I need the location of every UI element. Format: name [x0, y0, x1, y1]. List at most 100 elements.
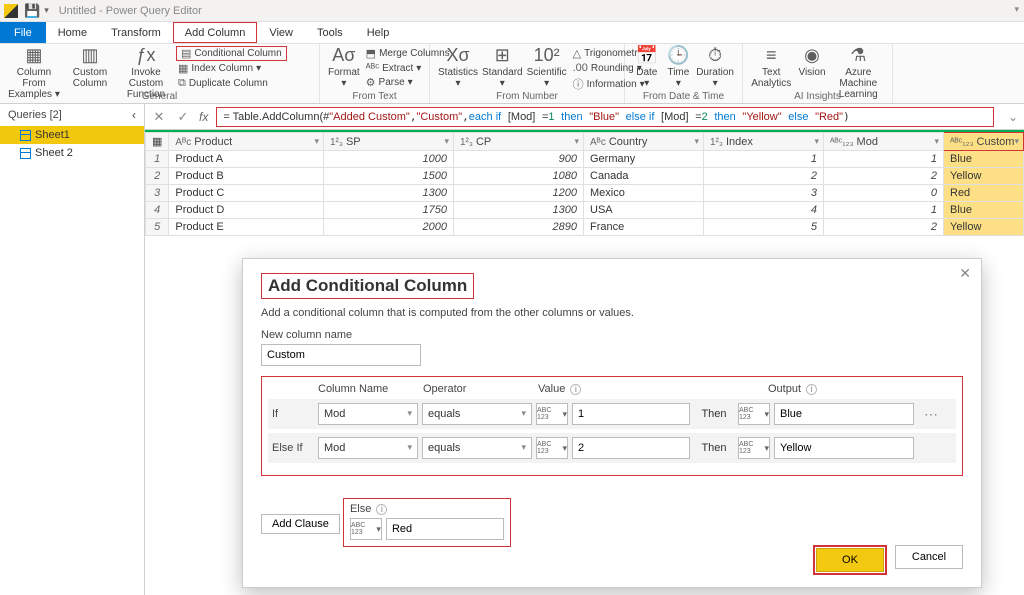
more-icon[interactable]: ⋯ — [918, 406, 944, 423]
app-icon — [4, 4, 18, 18]
extract-icon: ᴬᴮᶜ — [366, 62, 379, 74]
filter-icon[interactable]: ▾ — [694, 136, 699, 147]
menu-home[interactable]: Home — [46, 22, 99, 43]
col-index[interactable]: 1²₃Index▾ — [704, 133, 824, 151]
formula-bar: ✕ ✓ fx = Table.AddColumn(#"Added Custom"… — [145, 104, 1024, 130]
calendar-icon: 📅 — [633, 46, 661, 66]
column-select[interactable]: Mod — [318, 437, 418, 459]
col-country[interactable]: AᴮcCountry▾ — [584, 133, 704, 151]
queries-header: Queries [2] — [8, 109, 62, 121]
output-input[interactable] — [774, 437, 914, 459]
index-column-button[interactable]: ▦Index Column ▾ — [176, 61, 287, 76]
menu-transform[interactable]: Transform — [99, 22, 173, 43]
eye-icon: ◉ — [795, 46, 828, 66]
fx-icon: ƒx — [120, 46, 172, 66]
qat-dropdown[interactable]: ▾ — [44, 5, 49, 16]
table-icon — [20, 148, 31, 159]
filter-icon[interactable]: ▾ — [314, 136, 319, 147]
output-type-select[interactable]: ABC 123 ▾ — [738, 437, 770, 459]
calc-icon: ⊞ — [482, 46, 523, 66]
duplicate-icon: ⧉ — [178, 77, 186, 90]
file-menu[interactable]: File — [0, 22, 46, 43]
scientific-button[interactable]: 10²Scientific ▾ — [527, 46, 567, 93]
table-row[interactable]: 2Product B15001080Canada22Yellow — [146, 168, 1024, 185]
cancel-button[interactable]: Cancel — [895, 545, 963, 569]
filter-icon[interactable]: ▾ — [574, 136, 579, 147]
else-type-select[interactable]: ABC 123 ▾ — [350, 518, 382, 540]
hdr-column: Column Name — [318, 383, 423, 395]
duration-icon: ⏱ — [696, 46, 734, 66]
format-button[interactable]: AσFormat ▾ — [328, 46, 360, 90]
menu-view[interactable]: View — [257, 22, 305, 43]
else-section: Else i ABC 123 ▾ — [343, 498, 511, 547]
cancel-formula-icon[interactable]: ✕ — [151, 109, 167, 125]
table-row[interactable]: 4Product D17501300USA41Blue — [146, 202, 1024, 219]
query-sheet1[interactable]: Sheet1 — [0, 126, 144, 144]
flask-icon: ⚗ — [833, 46, 884, 66]
collapse-queries-icon[interactable]: ‹ — [132, 108, 136, 122]
info-icon[interactable]: i — [376, 504, 387, 515]
queries-pane: Queries [2] ‹ Sheet1 Sheet 2 — [0, 104, 145, 595]
fx-label[interactable]: fx — [199, 110, 208, 124]
commit-formula-icon[interactable]: ✓ — [175, 109, 191, 125]
column-select[interactable]: Mod — [318, 403, 418, 425]
table-row[interactable]: 5Product E20002890France52Yellow — [146, 219, 1024, 236]
conditional-column-dialog: ✕ Add Conditional Column Add a condition… — [242, 258, 982, 588]
duplicate-column-button[interactable]: ⧉Duplicate Column — [176, 76, 287, 91]
standard-button[interactable]: ⊞Standard ▾ — [482, 46, 523, 93]
info-icon[interactable]: i — [806, 384, 817, 395]
table-row[interactable]: 3Product C13001200Mexico30Red — [146, 185, 1024, 202]
filter-icon[interactable]: ▾ — [934, 136, 939, 147]
value-type-select[interactable]: ABC 123 ▾ — [536, 403, 568, 425]
output-input[interactable] — [774, 403, 914, 425]
statistics-button[interactable]: XσStatistics ▾ — [438, 46, 478, 93]
duration-button[interactable]: ⏱Duration ▾ — [696, 46, 734, 89]
col-custom[interactable]: ᴬᴮᶜ₁₂₃Custom▾ — [944, 133, 1024, 151]
close-dialog-icon[interactable]: ✕ — [959, 265, 971, 282]
formula-input[interactable]: = Table.AddColumn(#"Added Custom", "Cust… — [216, 107, 994, 127]
filter-icon[interactable]: ▾ — [814, 136, 819, 147]
col-cp[interactable]: 1²₃CP▾ — [454, 133, 584, 151]
group-text-label: From Text — [320, 91, 429, 102]
output-type-select[interactable]: ABC 123 ▾ — [738, 403, 770, 425]
select-all-corner[interactable]: ▦ — [146, 133, 169, 151]
new-column-label: New column name — [261, 329, 963, 341]
info-icon: ⓘ — [573, 76, 584, 92]
menu-add-column[interactable]: Add Column — [173, 22, 258, 43]
conditional-column-button[interactable]: ▤Conditional Column — [176, 46, 287, 61]
save-icon[interactable]: 💾 — [24, 3, 40, 19]
filter-icon[interactable]: ▾ — [1014, 136, 1019, 147]
col-sp[interactable]: 1²₃SP▾ — [324, 133, 454, 151]
menu-bar: File Home Transform Add Column View Tool… — [0, 22, 1024, 44]
filter-icon[interactable]: ▾ — [444, 136, 449, 147]
operator-select[interactable]: equals — [422, 403, 532, 425]
ten-icon: 10² — [527, 46, 567, 66]
menu-tools[interactable]: Tools — [305, 22, 355, 43]
table-icon — [20, 130, 31, 141]
value-input[interactable] — [572, 403, 690, 425]
table-star-icon: ▦ — [8, 46, 60, 66]
value-type-select[interactable]: ABC 123 ▾ — [536, 437, 568, 459]
number-type-icon: 1²₃ — [460, 137, 473, 148]
merge-icon: ⬒ — [366, 47, 376, 60]
date-button[interactable]: 📅Date ▾ — [633, 46, 661, 89]
ok-button[interactable]: OK — [816, 548, 884, 572]
expand-formula-icon[interactable]: ⌄ — [1008, 110, 1018, 124]
table-row[interactable]: 1Product A1000900Germany11Blue — [146, 151, 1024, 168]
condition-row: If Mod equals ABC 123 ▾ Then ABC 123 ▾ ⋯ — [268, 399, 956, 429]
query-sheet2[interactable]: Sheet 2 — [0, 144, 144, 162]
menu-help[interactable]: Help — [355, 22, 402, 43]
group-number-label: From Number — [430, 91, 624, 102]
info-icon[interactable]: i — [570, 384, 581, 395]
hdr-operator: Operator — [423, 383, 538, 395]
operator-select[interactable]: equals — [422, 437, 532, 459]
time-button[interactable]: 🕒Time ▾ — [665, 46, 693, 89]
col-mod[interactable]: ᴬᴮᶜ₁₂₃Mod▾ — [824, 133, 944, 151]
col-product[interactable]: AᴮcProduct▾ — [169, 133, 324, 151]
new-column-input[interactable] — [261, 344, 421, 366]
then-label: Then — [694, 442, 734, 454]
value-input[interactable] — [572, 437, 690, 459]
else-value-input[interactable] — [386, 518, 504, 540]
add-clause-button[interactable]: Add Clause — [261, 514, 340, 534]
index-icon: ▦ — [178, 62, 188, 75]
